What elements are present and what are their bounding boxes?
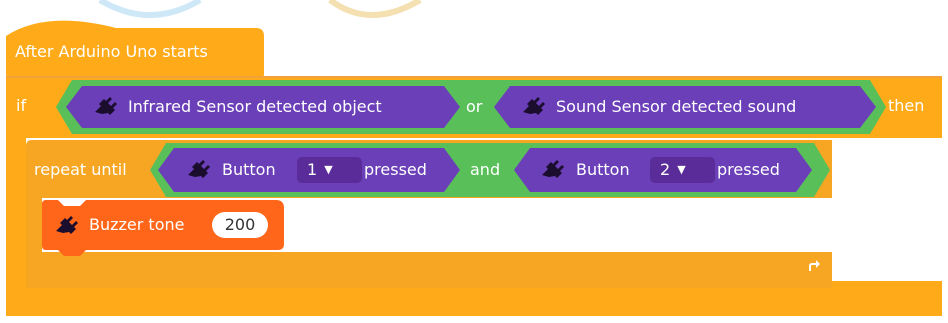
arduino-plug-icon xyxy=(523,97,545,115)
hat-block-label: After Arduino Uno starts xyxy=(15,42,208,61)
if-label: if xyxy=(16,96,27,115)
arduino-plug-icon xyxy=(188,160,210,178)
button-1-dropdown-value: 1 xyxy=(307,160,318,179)
then-label: then xyxy=(888,96,925,115)
sound-sensor-label: Sound Sensor detected sound xyxy=(556,97,797,116)
and-label: and xyxy=(470,160,501,179)
button-1-dropdown[interactable]: 1 ▼ xyxy=(297,157,362,183)
dropdown-arrow-icon: ▼ xyxy=(677,163,686,176)
hat-block[interactable]: After Arduino Uno starts xyxy=(6,16,264,84)
repeat-until-label: repeat until xyxy=(34,160,127,179)
button-2-suffix: pressed xyxy=(717,160,780,179)
arduino-plug-icon xyxy=(95,97,117,115)
button-1-suffix: pressed xyxy=(364,160,427,179)
infrared-sensor-label: Infrared Sensor detected object xyxy=(128,97,382,116)
button-2-dropdown[interactable]: 2 ▼ xyxy=(650,157,715,183)
buzzer-tone-input[interactable]: 200 xyxy=(212,212,268,238)
arduino-plug-icon xyxy=(56,216,78,234)
dropdown-arrow-icon: ▼ xyxy=(324,163,333,176)
loop-arrow-icon xyxy=(809,260,820,271)
buzzer-tone-label: Buzzer tone xyxy=(89,215,185,234)
or-label: or xyxy=(466,97,483,116)
button-2-dropdown-value: 2 xyxy=(660,160,671,179)
arduino-plug-icon xyxy=(542,160,564,178)
button-1-prefix: Button xyxy=(222,160,276,179)
button-2-prefix: Button xyxy=(576,160,630,179)
buzzer-tone-block[interactable]: Buzzer tone 200 xyxy=(42,200,284,258)
